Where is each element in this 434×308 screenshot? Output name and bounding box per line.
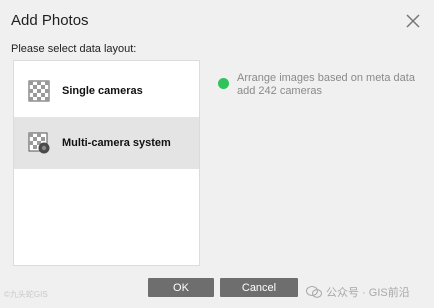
layout-item-label: Single cameras <box>62 85 143 97</box>
dialog-title: Add Photos <box>11 12 89 29</box>
cancel-button[interactable]: Cancel <box>220 278 298 297</box>
wechat-icon <box>306 286 322 298</box>
watermark-right-text: 公众号 · GIS前沿 <box>326 287 410 299</box>
layout-prompt: Please select data layout: <box>11 43 137 55</box>
close-icon <box>406 14 420 28</box>
ok-button[interactable]: OK <box>148 278 214 297</box>
watermark-right: 公众号 · GIS前沿 <box>306 284 410 300</box>
layout-list: Single cameras Multi-camera system <box>13 60 200 266</box>
watermark-left: ©九头蛇GIS <box>4 290 48 299</box>
close-button[interactable] <box>404 12 422 30</box>
add-photos-dialog: Add Photos Please select data layout: Si… <box>0 0 434 308</box>
layout-item-single-cameras[interactable]: Single cameras <box>14 65 199 117</box>
checker-camera-icon <box>28 132 50 154</box>
checker-pattern-icon <box>28 80 50 102</box>
layout-item-multi-camera-system[interactable]: Multi-camera system <box>14 117 199 169</box>
layout-description: Arrange images based on meta data add 24… <box>237 72 415 97</box>
status-indicator-dot <box>218 78 229 89</box>
layout-item-label: Multi-camera system <box>62 137 171 149</box>
